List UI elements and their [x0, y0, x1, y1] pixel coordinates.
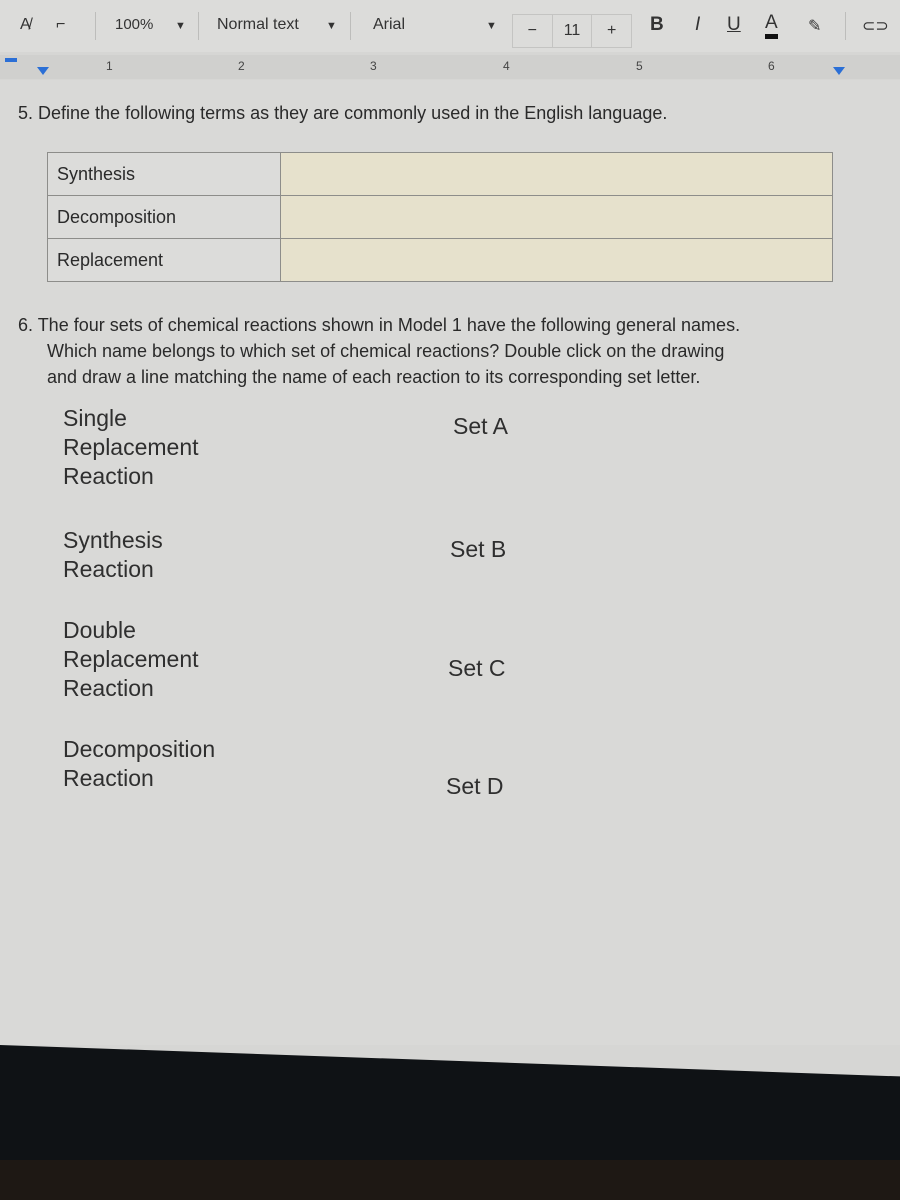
set-label: Set A: [453, 413, 508, 439]
ruler-mark: 5: [636, 59, 643, 73]
table-row: Replacement: [47, 238, 833, 282]
label-line: Reaction: [63, 463, 154, 489]
label-line: Reaction: [63, 675, 154, 701]
decrease-font-button[interactable]: −: [513, 15, 553, 47]
label-line: Single: [63, 405, 127, 431]
label-line: Reaction: [63, 556, 154, 582]
term-cell[interactable]: Decomposition: [47, 195, 281, 239]
first-line-indent-marker[interactable]: [5, 58, 17, 62]
zoom-select[interactable]: 100%: [115, 16, 153, 33]
set-label: Set D: [446, 773, 504, 799]
set-label: Set C: [448, 655, 506, 681]
ruler-mark: 1: [106, 59, 113, 73]
ruler-mark: 2: [238, 59, 245, 73]
underline-button[interactable]: U: [727, 14, 741, 36]
chevron-down-icon[interactable]: ▼: [326, 20, 337, 32]
question-line: and draw a line matching the name of eac…: [47, 367, 701, 387]
term-cell[interactable]: Replacement: [47, 238, 281, 282]
highlight-icon[interactable]: ✎: [808, 16, 821, 36]
link-icon[interactable]: ⊂⊃: [862, 16, 889, 36]
bold-button[interactable]: B: [650, 14, 664, 36]
paint-format-icon[interactable]: ⌐: [56, 16, 65, 34]
font-size-stepper: − 11 +: [512, 14, 632, 48]
text-color-button[interactable]: A: [765, 12, 778, 39]
table-row: Synthesis: [47, 152, 833, 196]
increase-font-button[interactable]: +: [592, 15, 631, 47]
divider: [845, 12, 846, 40]
ruler[interactable]: 1 2 3 4 5 6: [0, 55, 900, 79]
question-6: 6. The four sets of chemical reactions s…: [18, 312, 740, 390]
question-line: Which name belongs to which set of chemi…: [47, 341, 725, 361]
font-size-input[interactable]: 11: [553, 15, 593, 47]
definition-cell[interactable]: [280, 238, 833, 282]
font-select[interactable]: Arial: [373, 16, 405, 34]
ruler-mark: 3: [370, 59, 377, 73]
divider: [95, 12, 96, 40]
desk-surface: [0, 1160, 900, 1200]
table-row: Decomposition: [47, 195, 833, 239]
label-line: Reaction: [63, 765, 154, 791]
ruler-mark: 6: [768, 59, 775, 73]
right-indent-marker[interactable]: [833, 67, 845, 75]
italic-button[interactable]: I: [695, 14, 700, 36]
divider: [350, 12, 351, 40]
question-line: 6. The four sets of chemical reactions s…: [18, 315, 741, 335]
label-line: Decomposition: [63, 736, 216, 762]
set-label: Set B: [450, 536, 507, 562]
chevron-down-icon[interactable]: ▼: [175, 20, 186, 32]
reaction-name: Synthesis Reaction: [63, 526, 163, 584]
chevron-down-icon[interactable]: ▼: [486, 20, 497, 32]
left-indent-marker[interactable]: [37, 67, 49, 75]
label-line: Synthesis: [63, 527, 163, 553]
label-line: Double: [63, 617, 136, 643]
style-select[interactable]: Normal text: [217, 16, 299, 34]
definitions-table: Synthesis Decomposition Replacement: [47, 152, 833, 282]
label-line: Replacement: [63, 434, 199, 460]
reaction-name: Single Replacement Reaction: [63, 404, 199, 491]
term-cell[interactable]: Synthesis: [47, 152, 281, 196]
reaction-name: Decomposition Reaction: [63, 735, 215, 793]
label-line: Replacement: [63, 646, 199, 672]
question-5: 5. Define the following terms as they ar…: [18, 103, 668, 123]
ruler-mark: 4: [503, 59, 510, 73]
toolbar: A̸ ⌐ 100% ▼ Normal text ▼ Arial ▼ − 11 +…: [0, 0, 900, 52]
spellcheck-icon[interactable]: A̸: [20, 16, 31, 34]
definition-cell[interactable]: [280, 152, 833, 196]
divider: [198, 12, 199, 40]
definition-cell[interactable]: [280, 195, 833, 239]
reaction-name: Double Replacement Reaction: [63, 616, 199, 703]
